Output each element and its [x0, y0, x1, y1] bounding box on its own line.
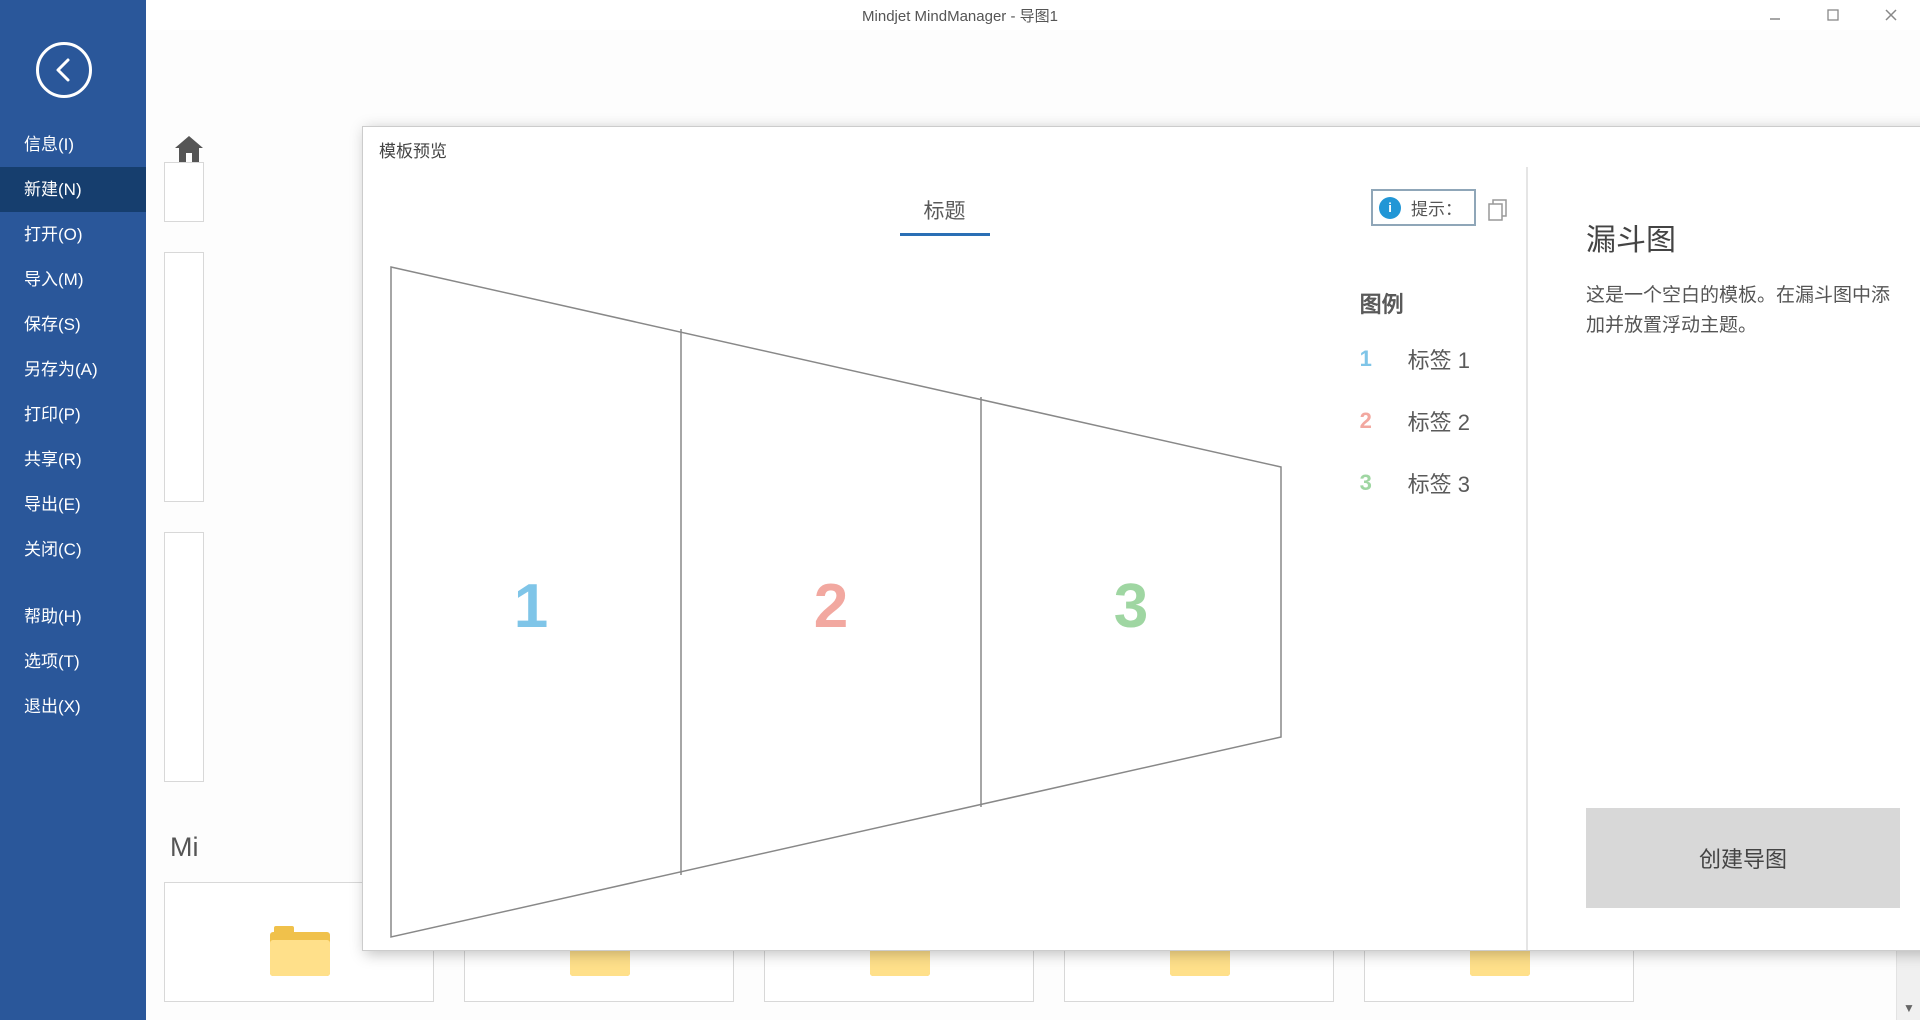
legend-row: 1 标签 1: [1360, 343, 1470, 375]
legend-label: 标签 2: [1408, 405, 1470, 437]
window-title: Mindjet MindManager - 导图1: [862, 5, 1058, 26]
legend-row: 3 标签 3: [1360, 467, 1470, 499]
legend: 图例 1 标签 1 2 标签 2 3 标签 3: [1360, 287, 1470, 529]
restore-button[interactable]: [1804, 0, 1862, 30]
preview-title: 标题: [900, 195, 990, 236]
hint-box[interactable]: i 提示：: [1371, 189, 1476, 226]
template-card[interactable]: [164, 252, 204, 502]
sidebar-item-9[interactable]: 关闭(C): [0, 527, 146, 572]
sidebar-item-3[interactable]: 导入(M): [0, 257, 146, 302]
sidebar-item-4[interactable]: 保存(S): [0, 302, 146, 347]
preview-pane: 标题 i 提示： 图例 1 标签 1 2 标签 2 3 标签 3 1 2 3: [363, 167, 1528, 950]
folder-icon: [270, 932, 330, 976]
info-pane: 漏斗图 这是一个空白的模板。在漏斗图中添加并放置浮动主题。 创建导图: [1530, 167, 1920, 950]
template-description: 这是一个空白的模板。在漏斗图中添加并放置浮动主题。: [1586, 281, 1900, 342]
sidebar-item-8[interactable]: 导出(E): [0, 482, 146, 527]
sidebar-item-0[interactable]: 信息(I): [0, 122, 146, 167]
legend-label: 标签 3: [1408, 467, 1470, 499]
sidebar-item2-2[interactable]: 退出(X): [0, 684, 146, 729]
sidebar-item-2[interactable]: 打开(O): [0, 212, 146, 257]
sidebar-item-1[interactable]: 新建(N): [0, 167, 146, 212]
titlebar: Mindjet MindManager - 导图1: [0, 0, 1920, 30]
funnel-section-3: 3: [1114, 572, 1148, 641]
back-button[interactable]: [36, 42, 92, 98]
legend-number: 2: [1360, 408, 1380, 434]
window-controls: [1746, 0, 1920, 30]
backstage-area: 添加模板(T)... Mi ▲ ▼ 模板预览 标题 i 提示: [146, 30, 1920, 1020]
sidebar-item2-1[interactable]: 选项(T): [0, 639, 146, 684]
minimize-button[interactable]: [1746, 0, 1804, 30]
sidebar-item2-0[interactable]: 帮助(H): [0, 594, 146, 639]
funnel-diagram: 1 2 3: [381, 257, 1291, 947]
sidebar-item-5[interactable]: 另存为(A): [0, 347, 146, 392]
row-label: Mi: [170, 832, 199, 863]
hint-label: 提示：: [1411, 195, 1462, 220]
sidebar-item-6[interactable]: 打印(P): [0, 392, 146, 437]
template-preview-dialog: 模板预览 标题 i 提示： 图例 1 标签 1 2 标签 2 3 标签 3: [362, 126, 1920, 951]
file-menu-sidebar: 信息(I)新建(N)打开(O)导入(M)保存(S)另存为(A)打印(P)共享(R…: [0, 0, 146, 1020]
copy-icon[interactable]: [1488, 199, 1508, 226]
dialog-title: 模板预览: [379, 137, 447, 162]
template-card[interactable]: [164, 532, 204, 782]
template-card[interactable]: [164, 162, 204, 222]
create-map-button[interactable]: 创建导图: [1586, 808, 1900, 908]
sidebar-item-7[interactable]: 共享(R): [0, 437, 146, 482]
scroll-down-icon[interactable]: ▼: [1897, 996, 1920, 1020]
template-name: 漏斗图: [1586, 215, 1900, 259]
funnel-section-2: 2: [814, 572, 848, 641]
legend-number: 1: [1360, 346, 1380, 372]
funnel-section-1: 1: [514, 572, 548, 641]
legend-row: 2 标签 2: [1360, 405, 1470, 437]
legend-number: 3: [1360, 470, 1380, 496]
create-map-label: 创建导图: [1699, 842, 1787, 874]
legend-label: 标签 1: [1408, 343, 1470, 375]
close-button[interactable]: [1862, 0, 1920, 30]
legend-title: 图例: [1360, 287, 1470, 319]
info-icon: i: [1379, 197, 1401, 219]
